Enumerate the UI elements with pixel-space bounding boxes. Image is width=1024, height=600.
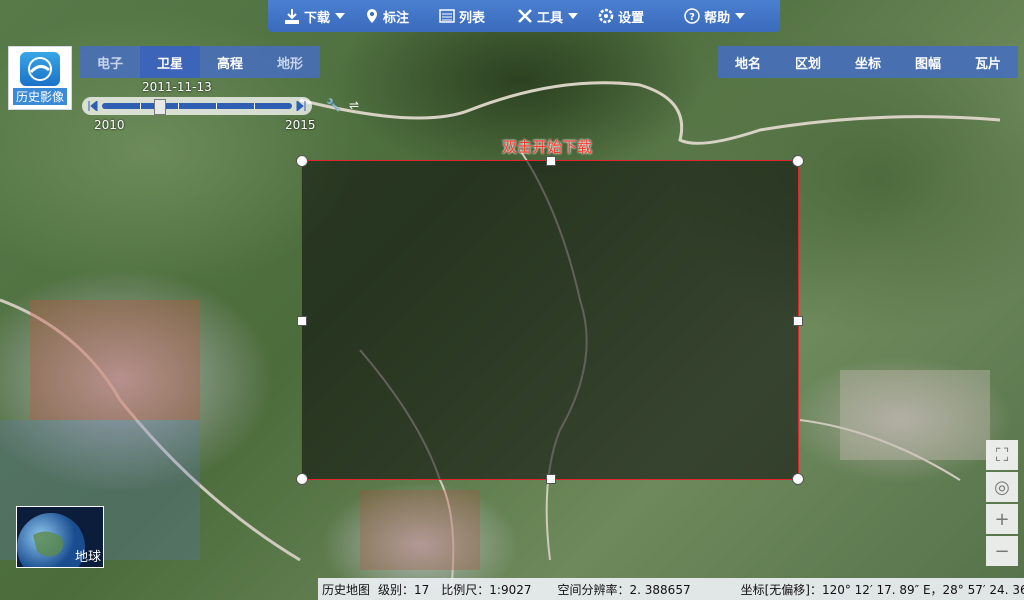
resize-handle-top-right[interactable] [792, 155, 804, 167]
globe-label: 地球 [74, 550, 101, 565]
status-bar: 历史地图 级别：17 比例尺：1:9027 空间分辨率：2. 388657 坐标… [318, 578, 1024, 600]
settings-button[interactable]: 设置 [588, 0, 654, 32]
tools-icon [518, 9, 532, 23]
resize-handle-bottom-right[interactable] [792, 473, 804, 485]
zoom-controls: ⛶ ◎ + − [986, 440, 1018, 566]
map-type-terrain[interactable]: 地形 [260, 46, 320, 78]
gear-icon [598, 8, 614, 24]
layer-coordinates[interactable]: 坐标 [838, 46, 898, 78]
list-label: 列表 [459, 10, 486, 26]
help-icon: ? [684, 8, 700, 24]
resize-handle-top-left[interactable] [296, 155, 308, 167]
wrench-icon[interactable]: 🔧 [326, 98, 341, 112]
resize-handle-top[interactable] [546, 156, 556, 166]
tools-label: 工具 [537, 10, 564, 26]
status-resolution: 空间分辨率：2. 388657 [557, 582, 691, 597]
plus-icon: + [994, 508, 1010, 530]
map-type-electronic[interactable]: 电子 [80, 46, 140, 78]
resize-handle-bottom-left[interactable] [296, 473, 308, 485]
map-type-elevation[interactable]: 高程 [200, 46, 260, 78]
timeline-bar [82, 97, 312, 115]
zoom-in-button[interactable]: + [986, 504, 1018, 534]
layer-sheets[interactable]: 图幅 [898, 46, 958, 78]
timeline-slider: 2011-11-13 2010 2015 🔧 ⇌ [82, 80, 359, 132]
fullscreen-button[interactable]: ⛶ [986, 440, 1018, 470]
tools-menu[interactable]: 工具 [507, 0, 588, 32]
layer-tiles[interactable]: 瓦片 [958, 46, 1018, 78]
zoom-out-button[interactable]: − [986, 536, 1018, 566]
status-coordinates: 坐标[无偏移]：120° 12′ 17. 89″ E，28° 57′ 24. 3… [740, 582, 1024, 597]
locate-icon: ◎ [994, 476, 1010, 498]
list-icon [439, 9, 455, 23]
layer-regions[interactable]: 区划 [778, 46, 838, 78]
annotate-label: 标注 [383, 10, 410, 26]
locate-button[interactable]: ◎ [986, 472, 1018, 502]
list-button[interactable]: 列表 [429, 0, 495, 32]
help-menu[interactable]: ? 帮助 [674, 0, 755, 32]
download-hint: 双击开始下载 [502, 138, 593, 156]
svg-text:?: ? [689, 12, 695, 23]
resize-handle-right[interactable] [793, 316, 803, 326]
map-type-satellite[interactable]: 卫星 [140, 46, 200, 78]
chevron-down-icon [335, 13, 346, 19]
timeline-track[interactable] [102, 103, 292, 109]
download-icon [285, 9, 299, 24]
download-selection-box[interactable] [296, 155, 804, 485]
fullscreen-icon: ⛶ [995, 444, 1009, 466]
timeline-end-year: 2015 [285, 118, 316, 132]
pin-icon [367, 9, 378, 23]
resize-handle-bottom[interactable] [546, 474, 556, 484]
status-map-name: 历史地图 [322, 582, 371, 597]
minus-icon: − [994, 540, 1010, 562]
timeline-tick [216, 103, 217, 109]
timeline-tick [140, 103, 141, 109]
layer-toggle-bar: 地名 区划 坐标 图幅 瓦片 [718, 46, 1018, 78]
chevron-down-icon [568, 13, 579, 19]
annotate-button[interactable]: 标注 [355, 0, 419, 32]
layer-place-names[interactable]: 地名 [718, 46, 778, 78]
timeline-prev-icon[interactable] [88, 101, 98, 111]
main-toolbar: 下载 标注 列表 工具 设置 ? 帮助 [268, 0, 780, 32]
swap-icon[interactable]: ⇌ [349, 98, 359, 112]
chevron-down-icon [735, 13, 746, 19]
history-imagery-logo[interactable]: 历史影像 [8, 46, 72, 110]
timeline-next-icon[interactable] [296, 101, 306, 111]
settings-label: 设置 [618, 10, 645, 26]
timeline-thumb[interactable] [154, 99, 166, 115]
timeline-tools: 🔧 ⇌ [326, 98, 359, 112]
help-label: 帮助 [704, 10, 731, 26]
earth-logo-icon [20, 51, 60, 86]
timeline-tick [254, 103, 255, 109]
resize-handle-left[interactable] [297, 316, 307, 326]
globe-view-button[interactable]: 地球 [16, 506, 104, 568]
download-label: 下载 [304, 10, 331, 26]
logo-label: 历史影像 [12, 87, 67, 105]
map-type-switcher: 电子 卫星 高程 地形 [80, 46, 320, 78]
status-scale: 比例尺：1:9027 [441, 582, 532, 597]
timeline-current-date: 2011-11-13 [142, 80, 212, 94]
status-level: 级别：17 [378, 582, 430, 597]
download-menu[interactable]: 下载 [274, 0, 355, 32]
timeline-start-year: 2010 [94, 118, 125, 132]
timeline-tick [178, 103, 179, 109]
